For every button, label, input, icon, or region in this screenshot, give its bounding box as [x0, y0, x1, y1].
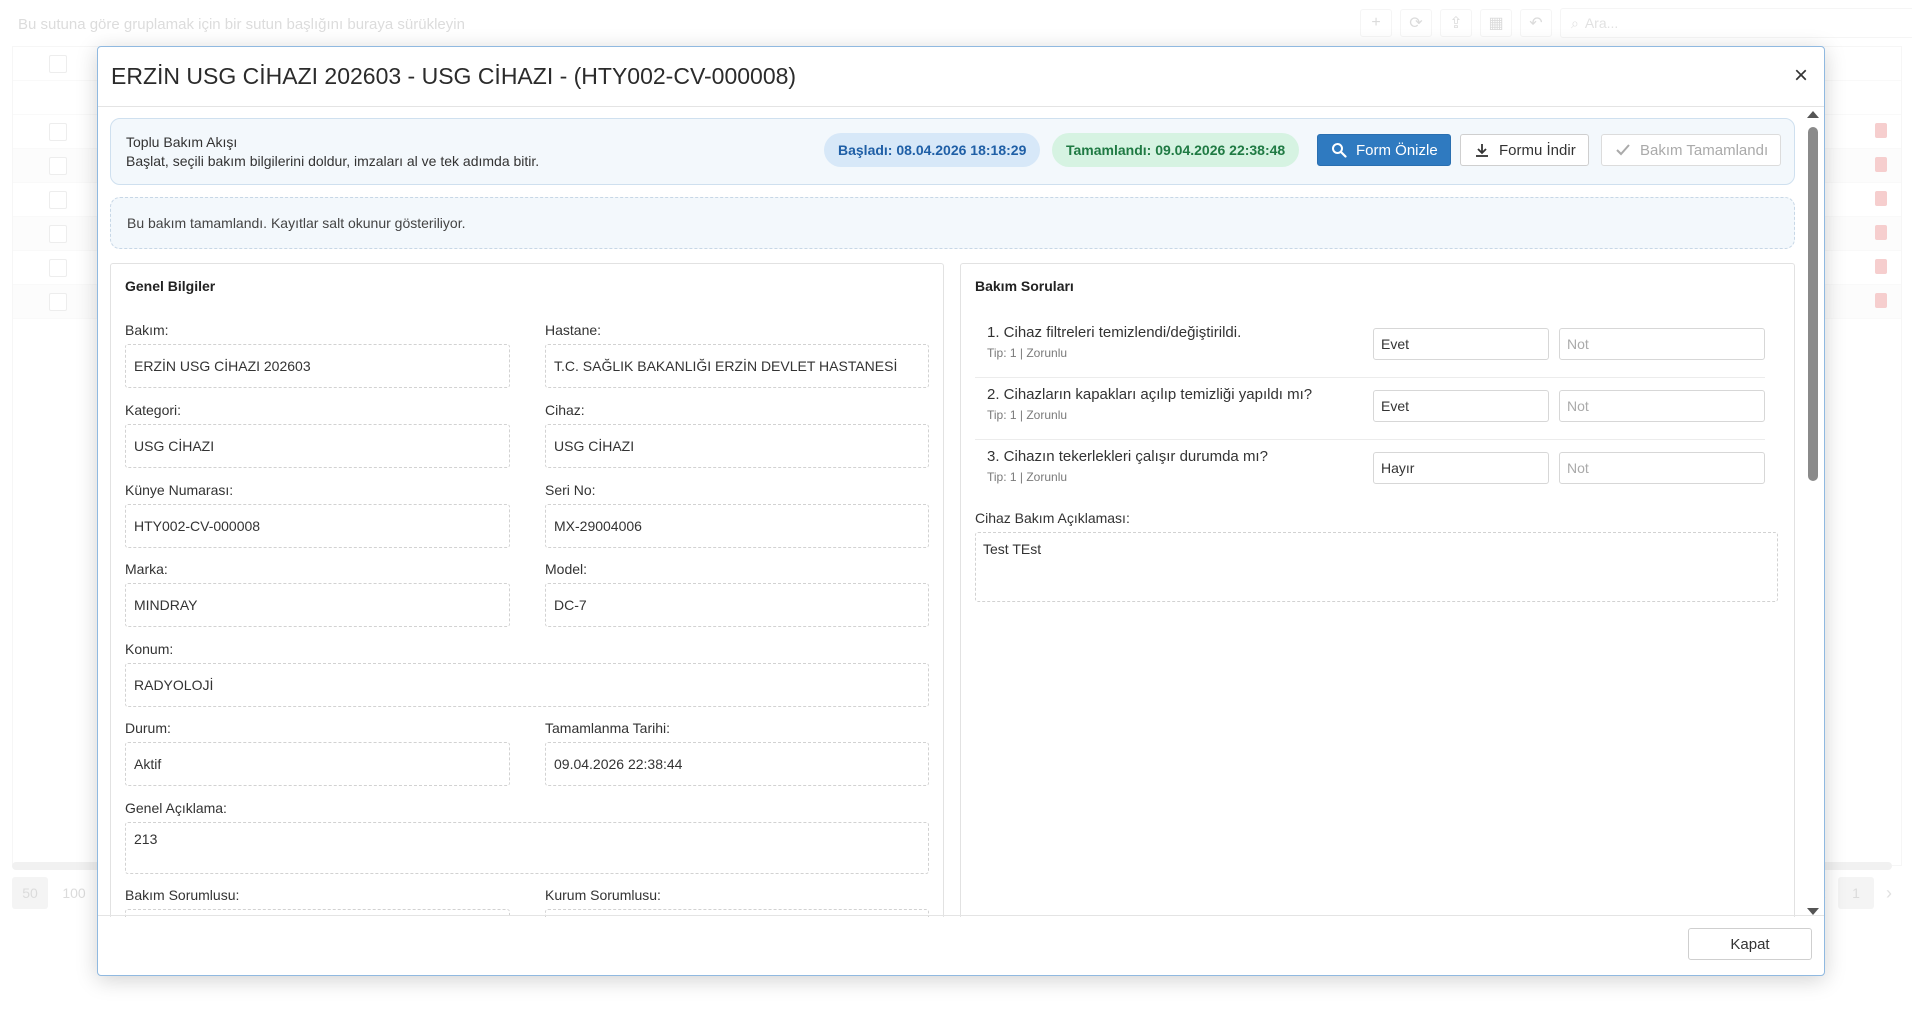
general-info-panel: Genel Bilgiler Bakım: ERZİN USG CİHAZI 2…: [110, 263, 944, 917]
scroll-thumb[interactable]: [1808, 127, 1818, 481]
row-checkbox[interactable]: [49, 293, 67, 311]
field-aciklama: Genel Açıklama: 213: [125, 800, 929, 874]
select-all-checkbox[interactable]: [49, 55, 67, 73]
row-checkbox[interactable]: [49, 157, 67, 175]
cihaz-field[interactable]: USG CİHAZI: [545, 424, 929, 468]
tamamlanma-tarihi-field[interactable]: 09.04.2026 22:38:44: [545, 742, 929, 786]
note-input[interactable]: Not: [1559, 390, 1765, 422]
scroll-up-icon[interactable]: [1807, 111, 1819, 118]
columns-icon[interactable]: ▦: [1480, 9, 1512, 37]
field-konum: Konum: RADYOLOJİ: [125, 641, 929, 707]
group-drop-hint: Bu sutuna göre gruplamak için bir sutun …: [18, 16, 465, 33]
konum-field[interactable]: RADYOLOJİ: [125, 663, 929, 707]
next-page-icon[interactable]: ›: [1886, 883, 1892, 904]
answer-select[interactable]: Hayır: [1373, 452, 1549, 484]
flow-description: Başlat, seçili bakım bilgilerini doldur,…: [126, 153, 540, 169]
modal-header: ERZİN USG CİHAZI 202603 - USG CİHAZI - (…: [98, 47, 1824, 107]
model-field[interactable]: DC-7: [545, 583, 929, 627]
row-checkbox[interactable]: [49, 191, 67, 209]
note-input[interactable]: Not: [1559, 452, 1765, 484]
field-model: Model: DC-7: [545, 561, 929, 627]
field-cihaz: Cihaz: USG CİHAZI: [545, 402, 929, 468]
modal-title: ERZİN USG CİHAZI 202603 - USG CİHAZI - (…: [111, 63, 797, 89]
page-size-selector: 50 100: [12, 877, 92, 909]
scroll-down-icon[interactable]: [1807, 908, 1819, 915]
page-size-option[interactable]: 50: [12, 877, 48, 909]
question-row: 3. Cihazın tekerlekleri çalışır durumda …: [975, 440, 1765, 502]
answer-select[interactable]: Evet: [1373, 390, 1549, 422]
field-bakim-sorumlusu: Bakım Sorumlusu:: [125, 887, 510, 917]
question-row: 2. Cihazların kapakları açılıp temizliği…: [975, 378, 1765, 440]
grid-search-input[interactable]: ⌕ Ara...: [1560, 8, 1912, 38]
field-kategori: Kategori: USG CİHAZI: [125, 402, 510, 468]
trash-icon[interactable]: [1875, 225, 1887, 240]
field-marka: Marka: MINDRAY: [125, 561, 510, 627]
maintenance-modal: ERZİN USG CİHAZI 202603 - USG CİHAZI - (…: [97, 46, 1825, 976]
question-meta: Tip: 1 | Zorunlu: [987, 346, 1068, 360]
marka-field[interactable]: MINDRAY: [125, 583, 510, 627]
started-badge: Başladı: 08.04.2026 18:18:29: [824, 133, 1041, 167]
page-size-option[interactable]: 100: [56, 877, 92, 909]
field-durum: Durum: Aktif: [125, 720, 510, 786]
panel-title: Bakım Soruları: [975, 278, 1074, 294]
export-icon[interactable]: ⇪: [1440, 9, 1472, 37]
panel-title: Genel Bilgiler: [125, 278, 216, 294]
form-preview-button[interactable]: Form Önizle: [1317, 134, 1451, 166]
question-text: 3. Cihazın tekerlekleri çalışır durumda …: [987, 448, 1268, 465]
hastane-field[interactable]: T.C. SAĞLIK BAKANLIĞI ERZİN DEVLET HASTA…: [545, 344, 929, 388]
check-icon: [1614, 141, 1632, 159]
undo-icon[interactable]: ↶: [1520, 9, 1552, 37]
search-icon: ⌕: [1571, 14, 1579, 31]
bulk-maintenance-flow: Toplu Bakım Akışı Başlat, seçili bakım b…: [110, 118, 1795, 185]
field-hastane: Hastane: T.C. SAĞLIK BAKANLIĞI ERZİN DEV…: [545, 322, 929, 388]
modal-footer: Kapat: [98, 915, 1824, 975]
question-meta: Tip: 1 | Zorunlu: [987, 470, 1068, 484]
completed-badge: Tamamlandı: 09.04.2026 22:38:48: [1052, 133, 1300, 167]
add-icon[interactable]: +: [1360, 9, 1392, 37]
modal-vertical-scrollbar[interactable]: [1806, 111, 1820, 915]
field-tamamlanma: Tamamlanma Tarihi: 09.04.2026 22:38:44: [545, 720, 929, 786]
maintenance-questions-panel: Bakım Soruları 1. Cihaz filtreleri temiz…: [960, 263, 1795, 917]
download-icon: [1473, 141, 1491, 159]
field-bakim: Bakım: ERZİN USG CİHAZI 202603: [125, 322, 510, 388]
trash-icon[interactable]: [1875, 191, 1887, 206]
page-number[interactable]: 1: [1838, 877, 1874, 909]
pagination: ‹ 1 ›: [1820, 877, 1892, 909]
flow-title: Toplu Bakım Akışı: [126, 134, 238, 150]
form-download-button[interactable]: Formu İndir: [1460, 134, 1589, 166]
question-meta: Tip: 1 | Zorunlu: [987, 408, 1068, 422]
maintenance-complete-button[interactable]: Bakım Tamamlandı: [1601, 134, 1782, 166]
question-text: 1. Cihaz filtreleri temizlendi/değiştiri…: [987, 324, 1242, 341]
device-description-field[interactable]: Test TEst: [975, 532, 1778, 602]
trash-icon[interactable]: [1875, 293, 1887, 308]
trash-icon[interactable]: [1875, 259, 1887, 274]
row-checkbox[interactable]: [49, 259, 67, 277]
close-button[interactable]: Kapat: [1688, 928, 1812, 960]
seri-no-field[interactable]: MX-29004006: [545, 504, 929, 548]
modal-body: Toplu Bakım Akışı Başlat, seçili bakım b…: [98, 107, 1824, 917]
note-input[interactable]: Not: [1559, 328, 1765, 360]
readonly-notice: Bu bakım tamamlandı. Kayıtlar salt okunu…: [110, 197, 1795, 249]
kategori-field[interactable]: USG CİHAZI: [125, 424, 510, 468]
field-seri: Seri No: MX-29004006: [545, 482, 929, 548]
row-checkbox[interactable]: [49, 225, 67, 243]
genel-aciklama-field[interactable]: 213: [125, 822, 929, 874]
question-row: 1. Cihaz filtreleri temizlendi/değiştiri…: [975, 316, 1765, 378]
trash-icon[interactable]: [1875, 123, 1887, 138]
answer-select[interactable]: Evet: [1373, 328, 1549, 360]
durum-field[interactable]: Aktif: [125, 742, 510, 786]
trash-icon[interactable]: [1875, 157, 1887, 172]
grid-toolbar: + ⟳ ⇪ ▦ ↶ ⌕ Ara...: [1360, 8, 1912, 38]
row-checkbox[interactable]: [49, 123, 67, 141]
search-icon: [1330, 141, 1348, 159]
field-kunye: Künye Numarası: HTY002-CV-000008: [125, 482, 510, 548]
refresh-icon[interactable]: ⟳: [1400, 9, 1432, 37]
bakim-field[interactable]: ERZİN USG CİHAZI 202603: [125, 344, 510, 388]
device-description-label: Cihaz Bakım Açıklaması:: [975, 510, 1130, 526]
close-icon[interactable]: ×: [1786, 61, 1816, 91]
question-text: 2. Cihazların kapakları açılıp temizliği…: [987, 386, 1313, 403]
kunye-field[interactable]: HTY002-CV-000008: [125, 504, 510, 548]
field-kurum-sorumlusu: Kurum Sorumlusu:: [545, 887, 929, 917]
